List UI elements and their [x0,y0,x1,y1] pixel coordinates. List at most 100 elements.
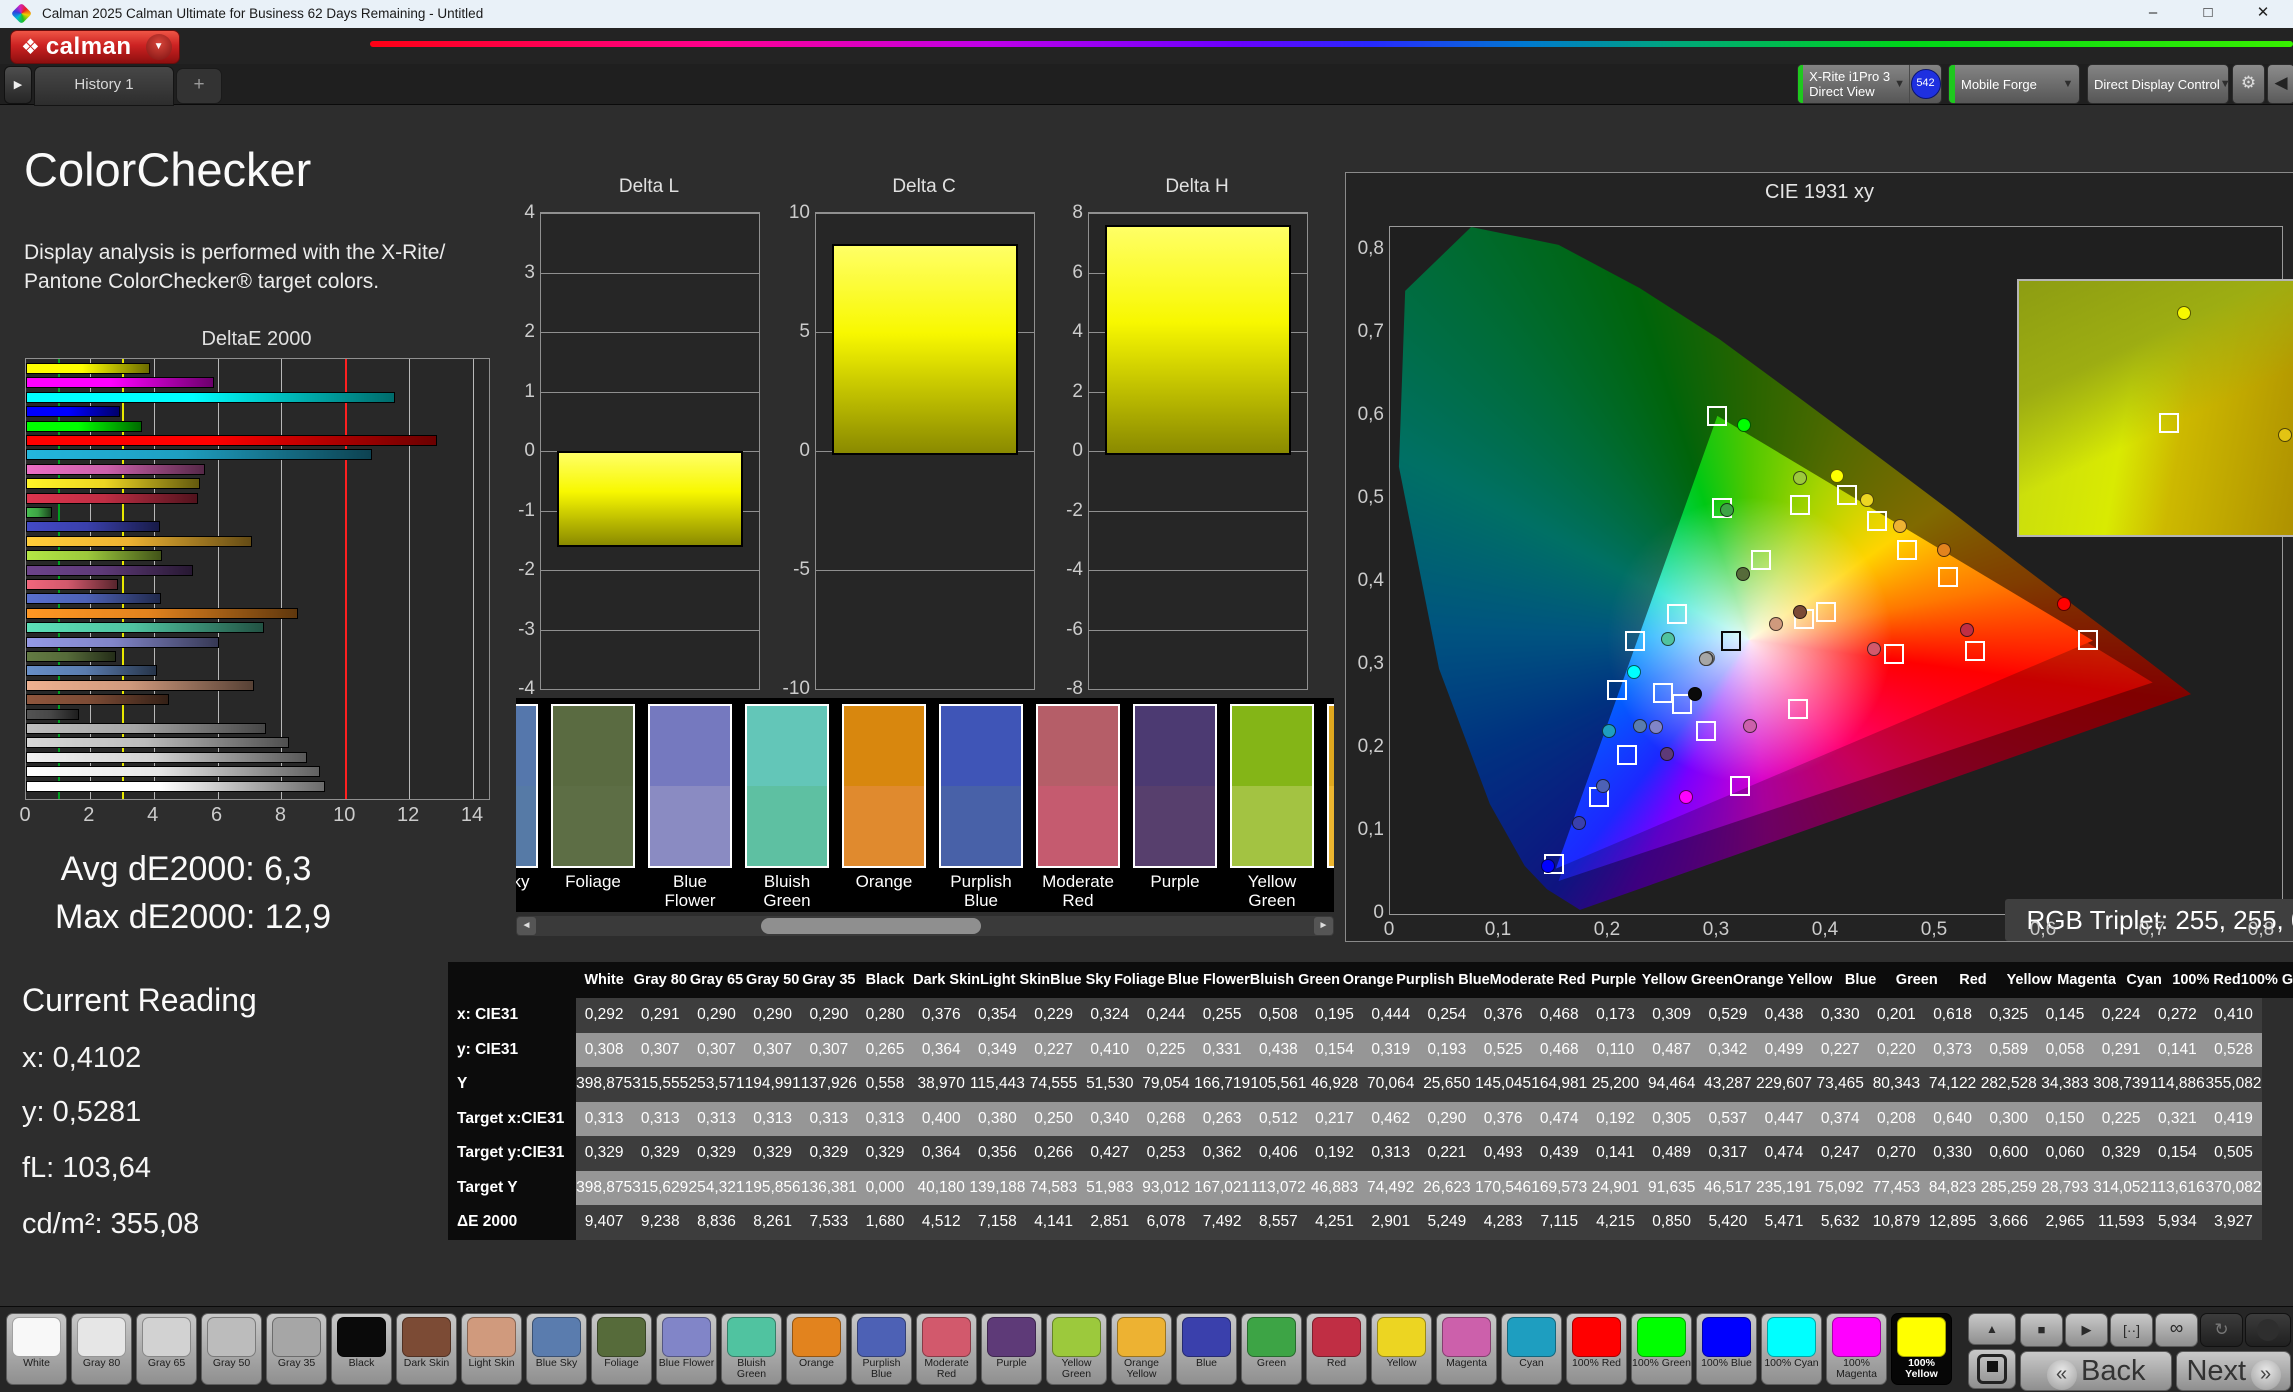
tab-history-1[interactable]: History 1 [34,66,174,106]
table-cell: 0,250 [1026,1102,1082,1137]
patch-button-bluish-green[interactable]: Bluish Green [721,1313,782,1385]
patch-button-dark-skin[interactable]: Dark Skin [396,1313,457,1385]
axis-tick-label: 12 [397,804,419,827]
axis-tick-label: 14 [461,804,483,827]
deltae-bar-100-magenta [26,377,214,388]
patch-button-100-magenta[interactable]: 100% Magenta [1826,1313,1887,1385]
loop-button[interactable]: ∞ [2155,1313,2198,1347]
table-header-moderate-red: Moderate Red [1490,962,1586,998]
range-button[interactable]: [··] [2110,1313,2153,1347]
patch-button-blue-sky[interactable]: Blue Sky [526,1313,587,1385]
cie-target-100-magenta [1730,776,1750,796]
back-button[interactable]: « Back [2020,1351,2172,1391]
next-button[interactable]: Next » [2176,1351,2291,1391]
calman-logo-button[interactable]: ❖ calman ▼ [10,30,180,64]
patch-button-white[interactable]: White [6,1313,67,1385]
patch-button-blue[interactable]: Blue [1176,1313,1237,1385]
logo-menu-caret-icon[interactable]: ▼ [146,34,172,60]
patch-button-cyan[interactable]: Cyan [1501,1313,1562,1385]
table-cell: 0,307 [801,1033,857,1068]
cie-measured-green [1720,503,1734,517]
swatch-block [842,704,926,868]
patch-button-light-skin[interactable]: Light Skin [461,1313,522,1385]
scroll-right-icon[interactable]: ► [1314,917,1333,935]
table-cell: 0,058 [2037,1033,2093,1068]
patch-label: Green [1242,1358,1301,1369]
deltae-bar-chart [25,358,490,800]
patch-button-foliage[interactable]: Foliage [591,1313,652,1385]
tab-scroll-left-button[interactable]: ▶ [4,66,32,104]
table-cell: 0,342 [1700,1033,1756,1068]
patch-button-100-blue[interactable]: 100% Blue [1696,1313,1757,1385]
table-cell: 0,225 [2093,1102,2149,1137]
meter-dropdown[interactable]: X-Rite i1Pro 3Direct View ▼ 542 [1797,64,1942,104]
axis-tick-label: 4 [147,804,158,827]
minimize-button[interactable]: – [2130,0,2176,28]
patch-button-yellow-green[interactable]: Yellow Green [1046,1313,1107,1385]
patch-button-magenta[interactable]: Magenta [1436,1313,1497,1385]
strip-scrollbar[interactable]: ◄ ► [516,916,1334,936]
patch-button-100-yellow[interactable]: 100% Yellow [1891,1313,1952,1385]
patch-button-black[interactable]: Black [331,1313,392,1385]
table-cell: 0,529 [1700,998,1756,1033]
patch-comparison-strip: Blue SkyFoliageBlue FlowerBluish GreenOr… [516,698,1334,912]
patch-button-green[interactable]: Green [1241,1313,1302,1385]
record-button[interactable] [2245,1313,2291,1347]
stop-button[interactable]: ■ [2020,1313,2063,1347]
play-button[interactable]: ▶ [2065,1313,2108,1347]
scroll-left-icon[interactable]: ◄ [517,917,536,935]
close-button[interactable]: ✕ [2240,0,2286,28]
stop-measure-button[interactable] [1968,1349,2016,1389]
meter-count-badge: 542 [1911,69,1941,99]
patch-button-100-cyan[interactable]: 100% Cyan [1761,1313,1822,1385]
axis-tick-label: -5 [780,559,810,581]
patch-button-100-red[interactable]: 100% Red [1566,1313,1627,1385]
table-cell: 0,487 [1644,1033,1700,1068]
cie-target-orange [1938,567,1958,587]
patch-button-moderate-red[interactable]: Moderate Red [916,1313,977,1385]
patch-button-blue-flower[interactable]: Blue Flower [656,1313,717,1385]
add-tab-button[interactable]: + [176,68,222,104]
patch-button-gray-65[interactable]: Gray 65 [136,1313,197,1385]
current-reading-title: Current Reading [22,982,257,1019]
display-control-dropdown[interactable]: Direct Display Control ▼ [2087,64,2229,104]
swatch-label: Foliage [551,872,635,891]
patch-button-purple[interactable]: Purple [981,1313,1042,1385]
patch-button-gray-50[interactable]: Gray 50 [201,1313,262,1385]
table-cell: 0,329 [688,1136,744,1171]
axis-tick-label: -6 [1053,619,1083,641]
table-cell: 0,290 [745,998,801,1033]
patch-row-up-button[interactable]: ▲ [1968,1313,2016,1345]
patch-button-orange[interactable]: Orange [786,1313,847,1385]
patch-label: Black [332,1358,391,1369]
grid-line [816,570,1034,571]
axis-tick-label: 6 [211,804,222,827]
table-cell: 0,290 [688,998,744,1033]
patch-button-red[interactable]: Red [1306,1313,1367,1385]
reading-fl-value: fL: 103,64 [22,1152,151,1185]
settings-gear-button[interactable]: ⚙ [2232,64,2265,104]
scrollbar-thumb[interactable] [761,918,981,934]
swatch-measured-color [1232,786,1312,866]
collapse-panel-button[interactable]: ◀ [2267,64,2293,104]
table-cell: 0,499 [1756,1033,1812,1068]
grid-line [541,392,759,393]
table-row-label: Target Y [448,1171,576,1206]
patch-button-gray-35[interactable]: Gray 35 [266,1313,327,1385]
table-row: Target y:CIE310,3290,3290,3290,3290,3290… [448,1136,2262,1171]
range-icon: [··] [2123,1322,2140,1338]
source-dropdown[interactable]: Mobile Forge ▼ [1948,64,2080,104]
patch-button-100-green[interactable]: 100% Green [1631,1313,1692,1385]
table-cell: 0,290 [801,998,857,1033]
patch-button-yellow[interactable]: Yellow [1371,1313,1432,1385]
table-header-black: Black [857,962,913,998]
title-bar: Calman 2025 Calman Ultimate for Business… [0,0,2293,28]
table-cell: 0,313 [857,1102,913,1137]
maximize-button[interactable]: □ [2185,0,2231,28]
patch-button-orange-yellow[interactable]: Orange Yellow [1111,1313,1172,1385]
refresh-button[interactable]: ↻ [2200,1313,2243,1347]
strip-swatch-purple: Purple [1133,698,1217,912]
swatch-block [1133,704,1217,868]
patch-button-gray-80[interactable]: Gray 80 [71,1313,132,1385]
patch-button-purplish-blue[interactable]: Purplish Blue [851,1313,912,1385]
